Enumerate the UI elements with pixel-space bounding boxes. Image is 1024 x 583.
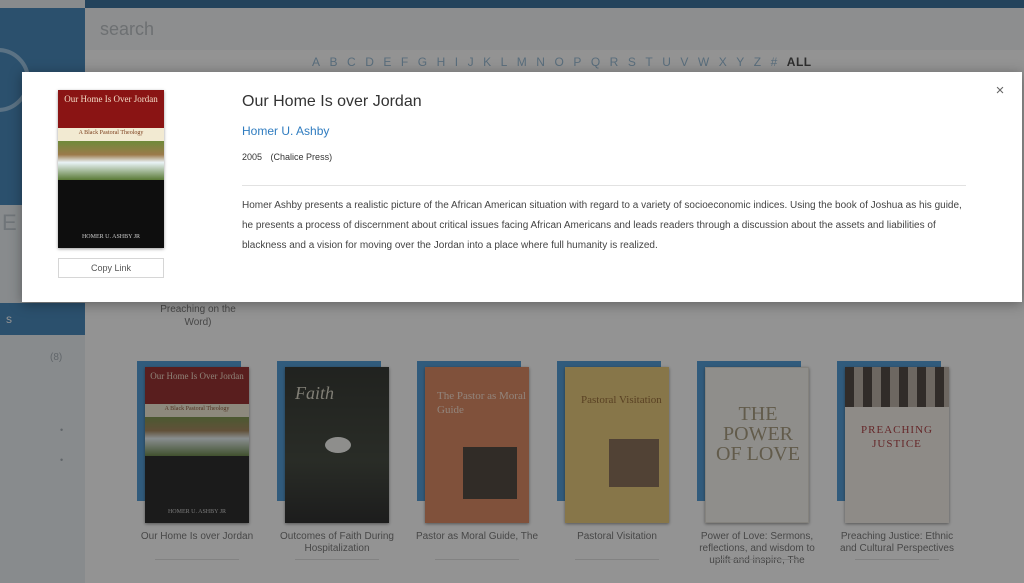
book-description: Homer Ashby presents a realistic picture…	[242, 200, 962, 251]
cover-author: HOMER U. ASHBY JR	[81, 234, 141, 241]
modal-book-cover: Our Home Is Over Jordan A Black Pastoral…	[58, 90, 164, 248]
publication-info: 2005 (Chalice Press)	[242, 152, 332, 162]
book-title: Our Home Is over Jordan	[242, 93, 422, 110]
divider	[242, 185, 966, 186]
close-icon[interactable]: ×	[991, 82, 1009, 100]
copy-link-button[interactable]: Copy Link	[58, 258, 164, 278]
author-link[interactable]: Homer U. Ashby	[242, 124, 329, 138]
cover-subtitle: A Black Pastoral Theology	[58, 127, 164, 141]
publisher: (Chalice Press)	[270, 152, 333, 162]
publication-year: 2005	[242, 152, 263, 162]
book-detail-modal: Our Home Is Over Jordan A Black Pastoral…	[22, 72, 1022, 302]
cover-image	[58, 140, 164, 181]
